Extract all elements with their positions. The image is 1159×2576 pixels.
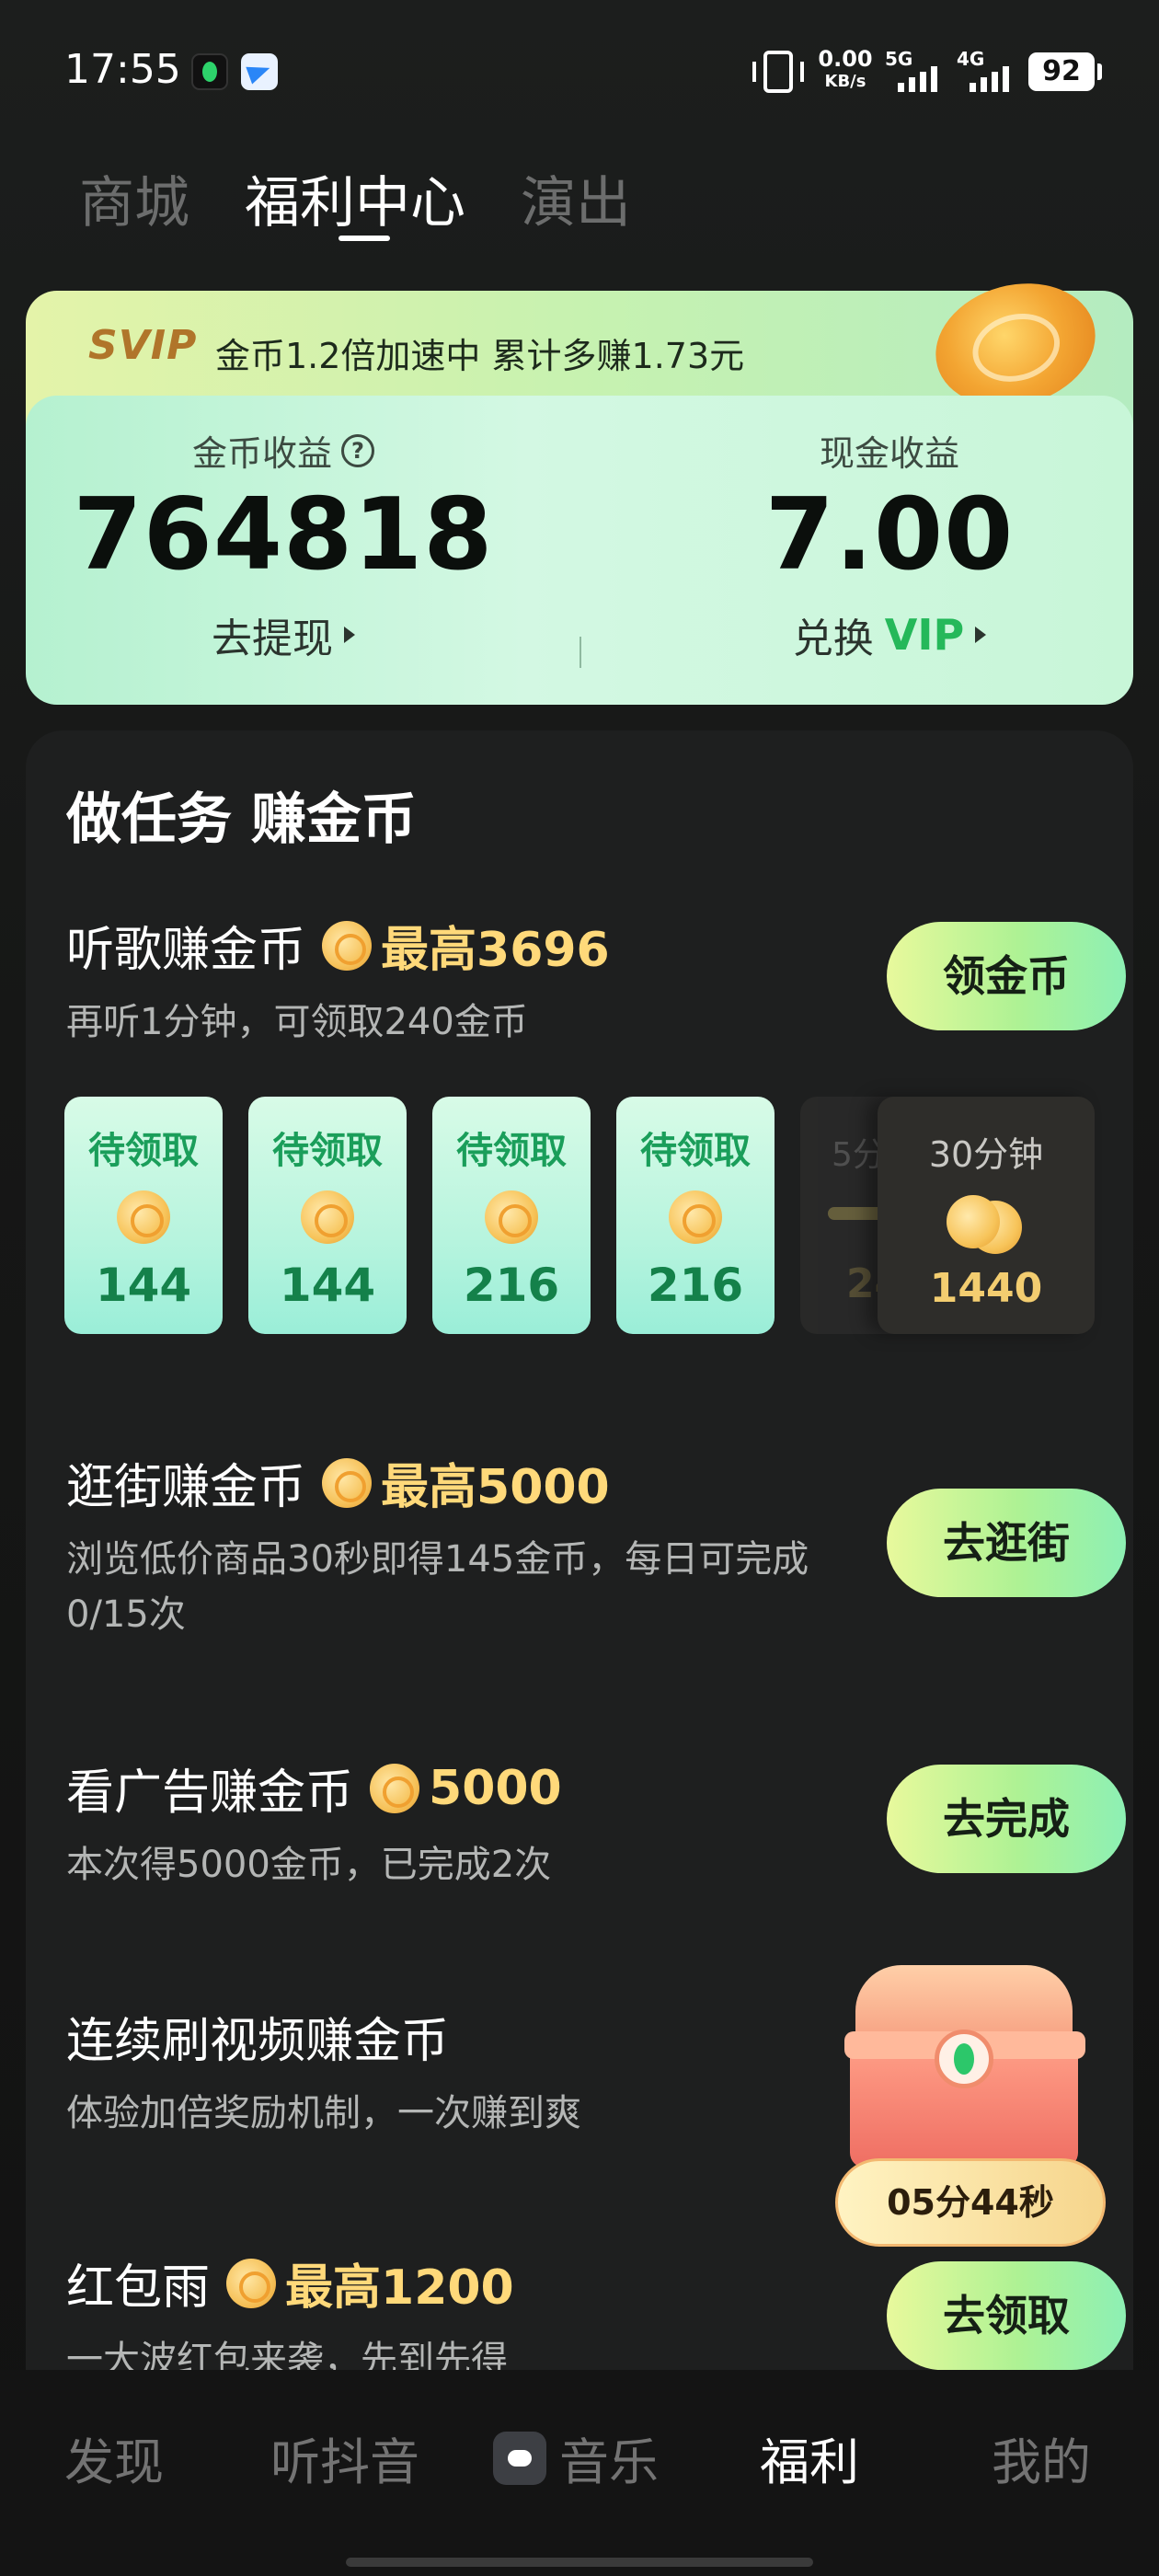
- coin-earnings-label: 金币收益 ?: [26, 425, 541, 476]
- vibrate-icon: [752, 51, 804, 93]
- cash-earnings-value: 7.00: [764, 477, 1015, 592]
- treasure-chest-icon[interactable]: [844, 1965, 1085, 2168]
- status-bar: 17:55 0.00 KB/s 5G 4G 92: [0, 0, 1159, 138]
- home-indicator[interactable]: [346, 2558, 813, 2567]
- active-tab-indicator: [339, 236, 390, 241]
- play-arrow-icon: [344, 627, 355, 643]
- signal-4g-icon: 4G: [957, 48, 1021, 94]
- task-reward: 5000: [429, 1760, 562, 1816]
- coin-earnings-label-text: 金币收益: [191, 433, 332, 474]
- task-title-text: 逛街赚金币: [66, 1460, 306, 1515]
- net-speed: 0.00 KB/s: [817, 48, 874, 90]
- chest-countdown-timer[interactable]: 05分44秒: [835, 2158, 1106, 2247]
- bottom-navigation: 发现 听抖音 音乐 福利 我的: [0, 2370, 1159, 2576]
- cash-earnings: 现金收益 7.00 兑换 VIP: [637, 396, 1142, 664]
- claim-red-packet-button[interactable]: 去领取: [887, 2261, 1126, 2370]
- nav-welfare[interactable]: 福利: [760, 2421, 859, 2494]
- coin-icon: [669, 1190, 722, 1244]
- vip-label: VIP: [884, 610, 965, 660]
- complete-task-button[interactable]: 去完成: [887, 1765, 1126, 1873]
- task-reward: 最高5000: [381, 1460, 610, 1515]
- svip-bonus-text: 金币1.2倍加速中 累计多赚1.73元: [215, 336, 745, 376]
- reward-tile-status: 待领取: [272, 1130, 383, 1172]
- signal-5g-icon: 5G: [885, 48, 949, 94]
- withdraw-link-label: 去提现: [212, 615, 333, 662]
- task-reward: 最高1200: [285, 2260, 514, 2316]
- play-arrow-icon: [975, 627, 987, 643]
- coin-earnings-value: 764818: [73, 477, 494, 592]
- nav-music-label: 音乐: [559, 2433, 659, 2491]
- task-description: 再听1分钟，可领取240金币: [66, 1001, 528, 1043]
- reward-tile-value: 1440: [929, 1265, 1043, 1312]
- divider: [580, 637, 581, 668]
- top-tabs: 商城 福利中心 演出: [79, 158, 631, 238]
- nav-listen-douyin[interactable]: 听抖音: [270, 2421, 419, 2494]
- help-icon[interactable]: ?: [341, 433, 374, 467]
- coin-stack-icon: [947, 1195, 1026, 1254]
- music-note-icon: [935, 2030, 993, 2088]
- coin-icon: [485, 1190, 538, 1244]
- redeem-label: 兑换: [792, 615, 874, 662]
- cash-earnings-label: 现金收益: [819, 433, 959, 474]
- tasks-panel-title: 做任务 赚金币: [66, 788, 417, 852]
- task-reward: 最高3696: [381, 923, 610, 978]
- task-description: 浏览低价商品30秒即得145金币，每日可完成0/15次: [66, 1538, 809, 1636]
- reward-tile-value: 144: [279, 1259, 376, 1312]
- tab-welfare-center[interactable]: 福利中心: [245, 158, 465, 238]
- coin-icon: [322, 1457, 373, 1508]
- nav-mine[interactable]: 我的: [992, 2421, 1091, 2494]
- reward-tile-status: 待领取: [88, 1130, 199, 1172]
- task-title-text: 红包雨: [66, 2260, 211, 2316]
- task-description: 体验加倍奖励机制，一次赚到爽: [66, 2092, 581, 2134]
- tab-mall[interactable]: 商城: [79, 158, 189, 238]
- reward-tile-status: 待领取: [640, 1130, 751, 1172]
- net-speed-value: 0.00: [818, 46, 873, 72]
- reward-tile-value: 216: [647, 1259, 744, 1312]
- task-title-text: 连续刷视频赚金币: [66, 2014, 450, 2069]
- task-title-text: 看广告赚金币: [66, 1765, 354, 1821]
- coin-earnings: 金币收益 ? 764818 去提现: [26, 396, 541, 664]
- music-app-icon: [493, 2431, 546, 2485]
- reward-tile-value: 144: [95, 1259, 192, 1312]
- coin-icon: [370, 1763, 420, 1813]
- withdraw-link[interactable]: 去提现: [26, 605, 541, 664]
- status-time: 17:55: [64, 46, 181, 93]
- redeem-vip-link[interactable]: 兑换 VIP: [637, 605, 1142, 664]
- reward-tile[interactable]: 待领取 216: [432, 1097, 591, 1334]
- earnings-card: SVIP 金币1.2倍加速中 累计多赚1.73元 金币收益 ? 764818 去…: [26, 266, 1133, 705]
- reward-tile-status: 30分钟: [928, 1134, 1044, 1175]
- task-description: 本次得5000金币，已完成2次: [66, 1844, 552, 1886]
- svip-badge: SVIP: [88, 322, 198, 369]
- telegram-notification-icon: [241, 53, 278, 90]
- nav-discover[interactable]: 发现: [64, 2421, 164, 2494]
- reward-tile[interactable]: 待领取 144: [64, 1097, 223, 1334]
- coin-icon: [322, 920, 373, 971]
- reward-tile-final: 30分钟 1440: [878, 1097, 1095, 1334]
- net-speed-unit: KB/s: [824, 72, 866, 91]
- listen-reward-tiles: 待领取 144 待领取 144 待领取 216 待领取 216 5分 24 30…: [64, 1097, 1095, 1336]
- reward-tile[interactable]: 待领取 144: [248, 1097, 407, 1334]
- reward-tile-status: 待领取: [456, 1130, 567, 1172]
- coin-icon: [117, 1190, 170, 1244]
- claim-coins-button[interactable]: 领金币: [887, 922, 1126, 1030]
- earnings-summary: 金币收益 ? 764818 去提现 现金收益 7.00 兑换 VIP: [26, 396, 1133, 705]
- qq-music-notification-icon: [191, 53, 228, 90]
- reward-tile[interactable]: 待领取 216: [616, 1097, 775, 1334]
- battery-icon: 92: [1028, 52, 1102, 91]
- go-shopping-button[interactable]: 去逛街: [887, 1489, 1126, 1597]
- nav-music[interactable]: 音乐: [493, 2421, 659, 2494]
- tab-shows[interactable]: 演出: [521, 158, 631, 238]
- reward-tile-value: 216: [463, 1259, 560, 1312]
- coin-icon: [226, 2258, 277, 2308]
- task-title-text: 听歌赚金币: [66, 923, 306, 978]
- coin-icon: [301, 1190, 354, 1244]
